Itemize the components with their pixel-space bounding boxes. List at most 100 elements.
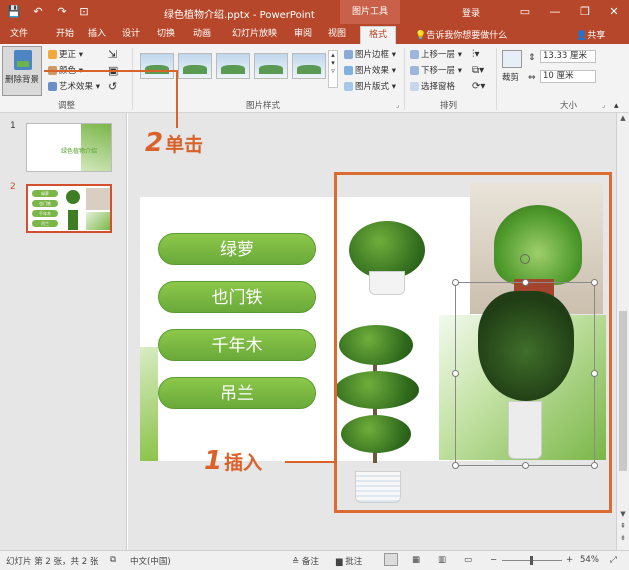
notes-label: 备注	[301, 557, 319, 567]
arrange-group-label: 排列	[440, 101, 458, 111]
align-icon[interactable]: ⫶▾	[472, 49, 480, 61]
divider	[132, 48, 133, 110]
decorative-shape	[140, 347, 158, 461]
bring-forward-label: 上移一层	[421, 50, 456, 60]
tab-home[interactable]: 开始	[52, 27, 78, 41]
step-number: 1	[204, 446, 223, 476]
reading-view-icon[interactable]: ▥	[438, 555, 446, 565]
ribbon: 删除背景 更正 ▾ 颜色 ▾ 艺术效果 ▾ ⇲ ▣ ↺ 调整 ▴▾▿ 图片边框 …	[0, 44, 629, 113]
scroll-down-icon[interactable]: ▼	[617, 509, 629, 520]
crop-button[interactable]: 裁剪	[502, 72, 519, 84]
zoom-level[interactable]: 54%	[580, 555, 599, 565]
tab-slideshow[interactable]: 幻灯片放映	[228, 27, 281, 41]
scrollbar-thumb[interactable]	[619, 311, 627, 471]
tell-me-search[interactable]: 💡告诉我你想要做什么	[415, 28, 507, 41]
tab-review[interactable]: 审阅	[290, 27, 316, 41]
bring-forward-button[interactable]: 上移一层 ▾	[410, 49, 462, 61]
zoom-slider-thumb[interactable]	[530, 556, 533, 565]
vertical-scrollbar[interactable]: ▲ ▼ ⇞ ⇟	[616, 113, 629, 550]
zoom-out-icon[interactable]: −	[490, 555, 497, 565]
slide-number: 1	[10, 121, 16, 131]
text-pill-1[interactable]: 绿萝	[158, 233, 316, 265]
slide-thumbnail-2[interactable]: 绿萝 也门铁 千年木 吊兰	[26, 184, 112, 233]
spell-check-icon[interactable]: ⧉	[110, 555, 116, 565]
slide-thumbnail-1[interactable]: 绿色植物介绍	[26, 123, 112, 172]
undo-icon[interactable]: ↶	[30, 3, 46, 20]
window-title: 绿色植物介绍.pptx - PowerPoint	[164, 10, 315, 21]
slide-thumbnail-pane: 1 绿色植物介绍 2 绿萝 也门铁 千年木 吊兰	[0, 113, 127, 550]
artistic-effects-button[interactable]: 艺术效果 ▾	[48, 81, 100, 93]
normal-view-icon[interactable]	[384, 553, 398, 566]
height-value: 13.33 厘米	[543, 51, 588, 61]
next-slide-icon[interactable]: ⇟	[617, 533, 629, 544]
slideshow-icon[interactable]: ▭	[464, 555, 472, 565]
tab-animations[interactable]: 动画	[189, 27, 215, 41]
compress-pictures-icon[interactable]: ⇲	[108, 49, 117, 61]
minimize-button[interactable]: —	[540, 0, 570, 24]
tab-file[interactable]: 文件	[6, 27, 32, 41]
tab-view[interactable]: 视图	[324, 27, 350, 41]
group-icon[interactable]: ⧉▾	[472, 65, 484, 77]
style-gallery-scroll[interactable]: ▴ ▾ ▿	[328, 50, 338, 88]
thumb-pill: 吊兰	[32, 220, 58, 227]
thumb-title: 绿色植物介绍	[61, 148, 98, 155]
remove-background-button[interactable]: 删除背景	[2, 46, 42, 96]
scroll-up-icon[interactable]: ▲	[617, 113, 629, 124]
presentation-start-icon[interactable]: ⊡	[76, 3, 92, 20]
fit-to-window-icon[interactable]: ⤢	[610, 555, 617, 565]
share-button[interactable]: 👤共享	[572, 26, 609, 43]
ribbon-display-options-icon[interactable]: ▭	[510, 0, 540, 24]
zoom-in-icon[interactable]: +	[566, 555, 573, 565]
width-field[interactable]: 10 厘米	[540, 70, 596, 83]
height-icon: ⇕	[528, 53, 536, 63]
crop-icon[interactable]	[502, 50, 522, 68]
language-indicator[interactable]: 中文(中国)	[130, 555, 171, 567]
tab-insert[interactable]: 插入	[84, 27, 110, 41]
styles-dialog-launcher-icon[interactable]: ⌟	[396, 101, 399, 109]
text-pill-4[interactable]: 吊兰	[158, 377, 316, 409]
notes-icon: ≙	[292, 557, 302, 567]
rotate-icon[interactable]: ⟳▾	[472, 81, 485, 93]
close-button[interactable]: ✕	[599, 0, 629, 24]
previous-slide-icon[interactable]: ⇞	[617, 521, 629, 532]
comments-button[interactable]: ▆ 批注	[336, 555, 362, 567]
tab-transitions[interactable]: 切换	[153, 27, 179, 41]
reset-picture-icon[interactable]: ↺	[108, 81, 117, 93]
maximize-button[interactable]: ❐	[570, 0, 600, 24]
height-field[interactable]: 13.33 厘米	[540, 50, 596, 63]
callout-leader-line	[176, 70, 178, 128]
thumb-pill: 也门铁	[32, 200, 58, 207]
title-bar: 💾 ↶ ↷ ⊡ 绿色植物介绍.pptx - PowerPoint 图片工具 登录…	[0, 0, 629, 24]
size-group-label: 大小	[560, 101, 578, 111]
slide-editing-area: 绿萝 也门铁 千年木 吊兰	[128, 113, 616, 550]
text-pill-2[interactable]: 也门铁	[158, 281, 316, 313]
size-dialog-launcher-icon[interactable]: ⌟	[602, 101, 605, 109]
text-pill-3[interactable]: 千年木	[158, 329, 316, 361]
picture-style-3[interactable]	[216, 53, 250, 79]
thumb-plant	[68, 210, 78, 230]
picture-layout-button[interactable]: 图片版式 ▾	[344, 81, 396, 93]
save-icon[interactable]: 💾	[6, 3, 22, 20]
tab-format[interactable]: 格式	[360, 26, 397, 44]
bring-forward-icon	[410, 50, 419, 59]
slide-counter: 幻灯片 第 2 张，共 2 张	[6, 557, 99, 567]
selection-pane-button[interactable]: 选择窗格	[410, 81, 455, 93]
picture-effects-button[interactable]: 图片效果 ▾	[344, 65, 396, 77]
picture-style-5[interactable]	[292, 53, 326, 79]
picture-style-1[interactable]	[140, 53, 174, 79]
picture-border-button[interactable]: 图片边框 ▾	[344, 49, 396, 61]
inserted-pictures-highlight	[334, 172, 612, 513]
layout-icon	[344, 82, 353, 91]
send-backward-button[interactable]: 下移一层 ▾	[410, 65, 462, 77]
send-backward-icon	[410, 66, 419, 75]
powerpoint-window: 💾 ↶ ↷ ⊡ 绿色植物介绍.pptx - PowerPoint 图片工具 登录…	[0, 0, 629, 570]
login-link[interactable]: 登录	[462, 6, 480, 19]
tab-design[interactable]: 设计	[118, 27, 144, 41]
picture-style-2[interactable]	[178, 53, 212, 79]
collapse-ribbon-icon[interactable]: ▴	[614, 100, 619, 112]
corrections-button[interactable]: 更正 ▾	[48, 49, 83, 61]
notes-button[interactable]: ≙ 备注	[292, 555, 319, 567]
slide-sorter-icon[interactable]: ▦	[412, 555, 420, 565]
redo-icon[interactable]: ↷	[54, 3, 70, 20]
picture-style-4[interactable]	[254, 53, 288, 79]
